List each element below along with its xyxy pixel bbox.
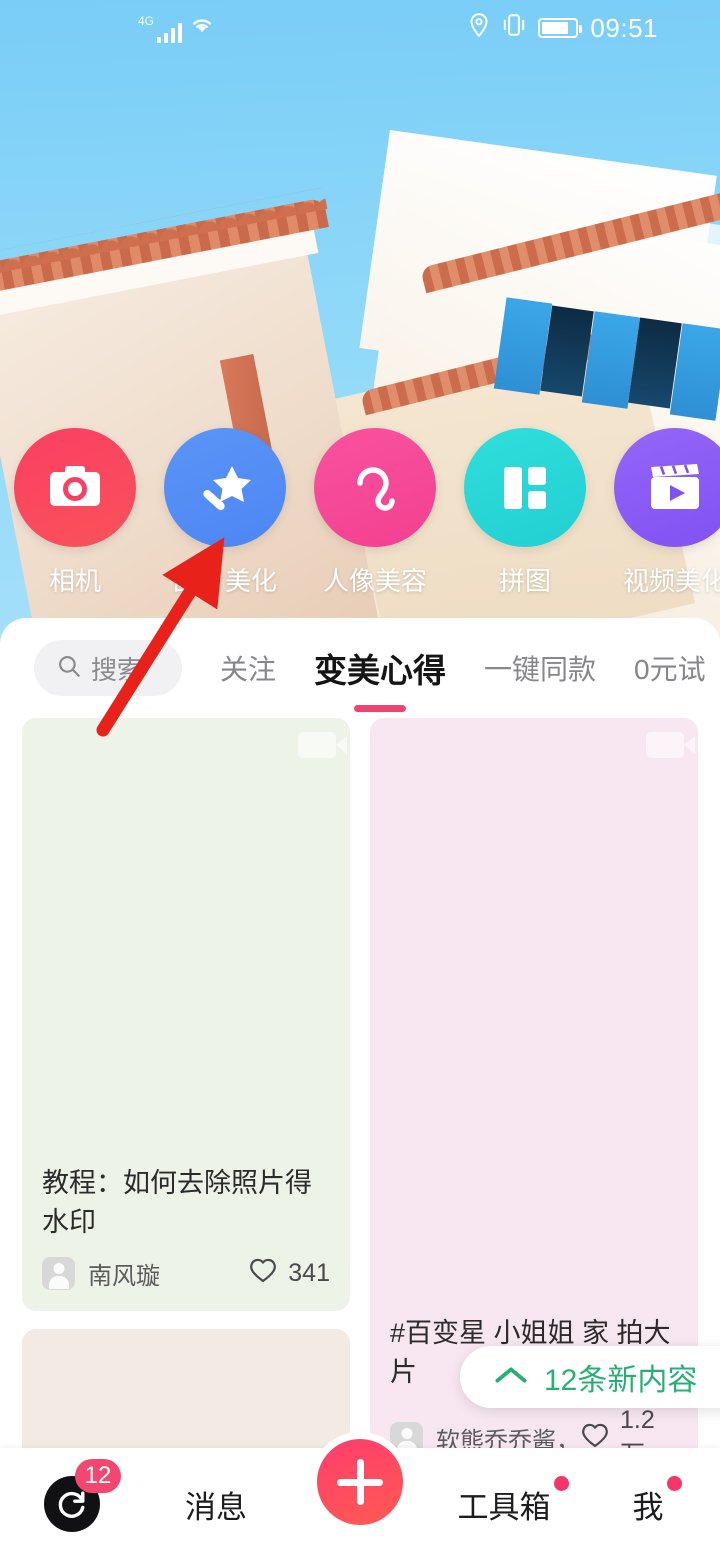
search-icon	[56, 653, 82, 684]
search-input[interactable]: 搜索	[34, 640, 182, 696]
quick-action-camera[interactable]: 相机	[0, 428, 150, 598]
toast-label: 12条新内容	[544, 1364, 698, 1397]
clapperboard-icon	[614, 428, 720, 547]
nav-item-label: 消息	[185, 1489, 247, 1525]
refresh-badge-count: 12	[75, 1459, 121, 1493]
content-sheet: 搜索 关注 变美心得 一键同款 0元试 教程：如何去除照片得水印 南风璇 341…	[0, 618, 720, 1560]
refresh-button[interactable]: 12	[44, 1459, 121, 1532]
wifi-icon	[189, 13, 215, 42]
video-camera-icon	[298, 732, 347, 758]
collage-icon	[464, 428, 586, 547]
feed-card[interactable]: 教程：如何去除照片得水印 南风璇 341	[22, 718, 350, 1312]
quick-action-collage[interactable]: 拼图	[450, 428, 600, 598]
quick-action-label: 人像美容	[322, 566, 427, 596]
plus-icon	[356, 1459, 364, 1505]
tab-free-trial[interactable]: 0元试	[634, 648, 706, 688]
tab-label: 变美心得	[314, 652, 447, 689]
quick-action-label: 拼图	[498, 566, 551, 596]
status-bar: 4G 09:51	[0, 0, 720, 56]
battery-icon	[538, 18, 583, 38]
card-author-name: 南风璇	[88, 1263, 160, 1291]
chevron-up-icon	[494, 1362, 528, 1393]
nav-badge-dot	[553, 1475, 569, 1491]
quick-action-label: 相机	[48, 566, 101, 596]
tab-label: 0元试	[634, 654, 706, 685]
tab-label: 一键同款	[484, 654, 597, 685]
nav-item-messages[interactable]: 消息	[144, 1448, 288, 1560]
signal-bars-icon	[157, 21, 183, 43]
refresh-icon	[58, 1491, 85, 1518]
quick-action-label: 视频美化	[622, 566, 720, 596]
tab-bar: 搜索 关注 变美心得 一键同款 0元试	[0, 618, 720, 718]
avatar	[42, 1257, 75, 1291]
card-like-button[interactable]: 341	[248, 1256, 330, 1291]
feed-column-left: 教程：如何去除照片得水印 南风璇 341	[22, 718, 350, 1560]
tab-follow[interactable]: 关注	[220, 648, 276, 688]
nav-slot-refresh: 12	[0, 1448, 144, 1560]
portrait-icon	[314, 428, 436, 547]
tab-one-tap-style[interactable]: 一键同款	[484, 648, 596, 688]
tab-active-underline	[354, 705, 407, 712]
camera-icon	[14, 428, 136, 547]
status-bar-clock: 09:51	[590, 12, 658, 43]
nav-item-profile[interactable]: 我	[576, 1448, 720, 1560]
quick-action-row: 相机 图片美化 人像美容 拼图 视频美化	[0, 428, 720, 598]
card-footer: 南风璇 341	[22, 1242, 350, 1311]
location-pin-icon	[468, 12, 490, 45]
tab-beauty-tips[interactable]: 变美心得	[314, 644, 447, 712]
status-bar-left: 4G	[138, 13, 215, 43]
search-placeholder: 搜索	[91, 654, 144, 685]
nav-item-toolbox[interactable]: 工具箱	[432, 1448, 576, 1560]
status-bar-right: 09:51	[468, 0, 658, 56]
nav-item-label: 我	[633, 1475, 682, 1527]
magic-wand-icon	[164, 428, 286, 547]
nav-item-label: 工具箱	[458, 1475, 569, 1527]
quick-action-portrait-beauty[interactable]: 人像美容	[300, 428, 450, 598]
tab-label: 关注	[220, 654, 277, 685]
heart-outline-icon	[248, 1256, 278, 1291]
card-media[interactable]	[22, 718, 350, 1158]
vibrate-icon	[502, 12, 526, 45]
network-type-label: 4G	[138, 14, 155, 28]
quick-action-video-beautify[interactable]: 视频美化	[600, 428, 720, 598]
new-content-toast[interactable]: 12条新内容	[460, 1346, 720, 1408]
create-post-button[interactable]	[310, 1432, 410, 1532]
card-title: 教程：如何去除照片得水印	[42, 1168, 312, 1238]
nav-badge-dot	[666, 1475, 682, 1491]
quick-action-label: 图片美化	[172, 566, 277, 596]
card-media[interactable]	[370, 718, 698, 1308]
card-author[interactable]: 南风璇	[42, 1256, 160, 1291]
card-like-count: 341	[288, 1259, 330, 1288]
video-camera-icon	[646, 732, 695, 758]
quick-action-photo-beautify[interactable]: 图片美化	[150, 428, 300, 598]
